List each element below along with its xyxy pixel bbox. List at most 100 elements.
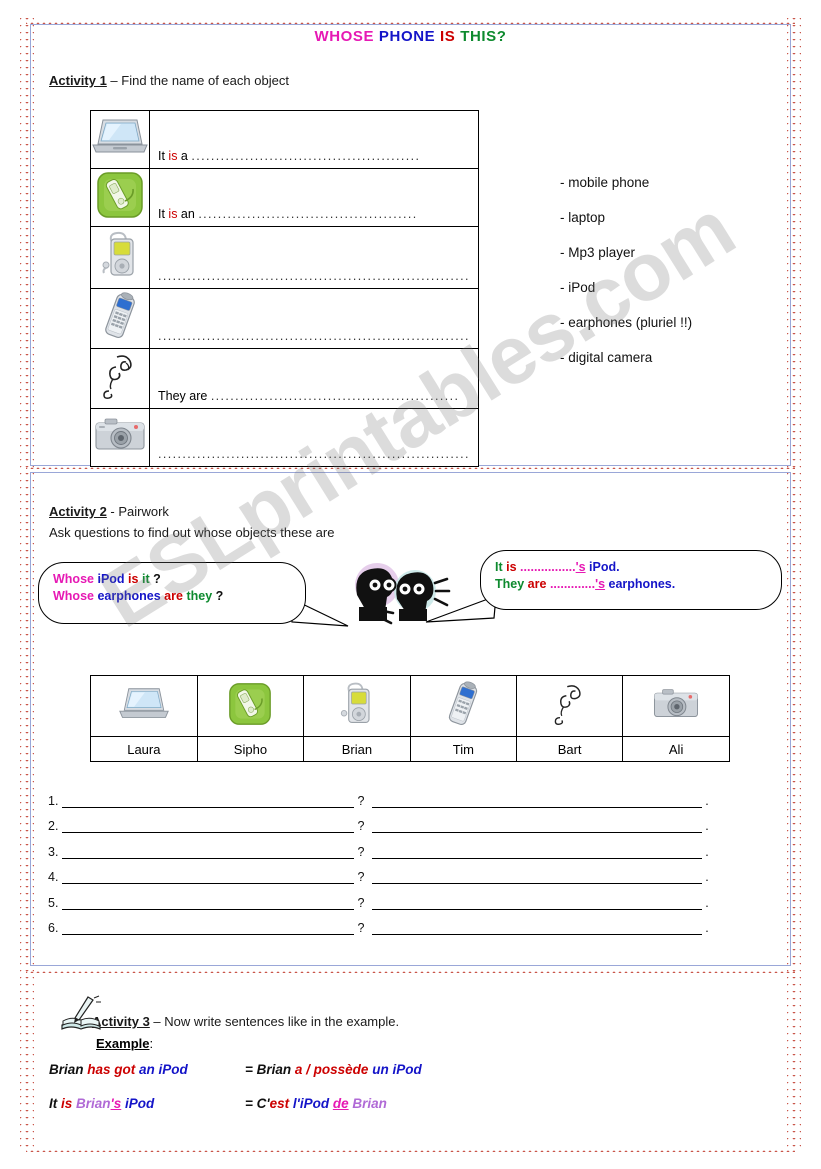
answer-write-line[interactable] bbox=[372, 869, 702, 884]
question-write-line[interactable] bbox=[62, 895, 354, 910]
question-mark: ? bbox=[357, 844, 365, 859]
answer-write-line[interactable] bbox=[372, 920, 702, 935]
activity1-answer-2: It is an ...............................… bbox=[149, 168, 479, 227]
answer-dots: ........................................… bbox=[158, 447, 470, 461]
period-mark: . bbox=[705, 895, 709, 910]
speech-bubble-question: Whose iPod is it ? Whose earphones are t… bbox=[38, 562, 306, 624]
object-phrase: un iPod bbox=[368, 1062, 422, 1077]
it-text: It bbox=[158, 149, 169, 163]
name-cell: Ali bbox=[622, 736, 730, 762]
camera-icon bbox=[622, 675, 730, 737]
laptop-icon bbox=[90, 675, 198, 737]
question-line-1: Whose iPod is it ? bbox=[53, 572, 291, 586]
worksheet-page: WHOSE PHONE IS THIS? Activity 1 – Find t… bbox=[0, 0, 821, 1169]
page-title: WHOSE PHONE IS THIS? bbox=[0, 28, 821, 45]
line-number: 4. bbox=[48, 870, 59, 884]
question-write-line[interactable] bbox=[62, 844, 354, 859]
example-label: Example: bbox=[96, 1036, 153, 1051]
activity1-answer-4: ........................................… bbox=[149, 288, 479, 349]
green-phone-icon bbox=[90, 168, 150, 227]
line-number: 2. bbox=[48, 819, 59, 833]
activity2-label: Activity 2 bbox=[49, 504, 107, 519]
object-phrase: an iPod bbox=[135, 1062, 188, 1077]
verb-word: are bbox=[527, 577, 547, 591]
names-label-row: Laura Sipho Brian Tim Bart Ali bbox=[90, 736, 730, 762]
period-mark: . bbox=[705, 844, 709, 859]
activity1-answer-1: It is a ................................… bbox=[149, 110, 479, 169]
word-list-item: - mobile phone bbox=[560, 175, 650, 190]
section-divider-2 bbox=[26, 967, 795, 976]
table-row: ........................................… bbox=[90, 408, 479, 467]
name-cell: Laura bbox=[90, 736, 198, 762]
line-number: 5. bbox=[48, 895, 59, 910]
question-line-2: Whose earphones are they ? bbox=[53, 589, 291, 603]
article-text: an bbox=[177, 207, 199, 221]
laptop-icon bbox=[90, 110, 150, 169]
answer-write-line[interactable] bbox=[372, 793, 702, 808]
answer-dots: ........................................… bbox=[158, 269, 470, 283]
speech-bubble-answer: It is ................'s iPod. They are … bbox=[480, 550, 782, 610]
period-mark: . bbox=[705, 870, 709, 884]
title-word-whose: WHOSE bbox=[314, 28, 375, 45]
they-are-text: They are bbox=[158, 389, 211, 403]
question-write-line[interactable] bbox=[62, 869, 354, 884]
word-list-item: - laptop bbox=[560, 210, 606, 225]
list-item: 5. ? . bbox=[48, 884, 768, 910]
ipod-icon bbox=[90, 226, 150, 289]
noun-word: iPod. bbox=[589, 560, 620, 574]
book-and-pen-icon bbox=[58, 995, 104, 1035]
subject-word: = Brian bbox=[245, 1062, 295, 1077]
period-mark: . bbox=[705, 793, 709, 808]
activity1-label: Activity 1 bbox=[49, 73, 107, 88]
answer-write-line[interactable] bbox=[372, 895, 702, 910]
activity1-heading-rest: – Find the name of each object bbox=[106, 73, 289, 88]
activity1-answer-3: ........................................… bbox=[149, 226, 479, 289]
question-write-line[interactable] bbox=[62, 818, 354, 833]
activity1-word-list: - mobile phone - laptop - Mp3 player - i… bbox=[560, 175, 692, 385]
cest-prefix: = C' bbox=[245, 1096, 270, 1111]
answer-dots: ........................................… bbox=[198, 207, 418, 221]
verb-phrase: a / possède bbox=[294, 1062, 369, 1077]
list-item: 1. ? . bbox=[48, 782, 768, 808]
subject-word: Brian bbox=[49, 1062, 88, 1077]
verb-word: is bbox=[128, 572, 139, 586]
possessive-s: 's bbox=[575, 560, 586, 574]
table-row: They are ...............................… bbox=[90, 348, 479, 409]
table-row: ........................................… bbox=[90, 288, 479, 349]
page-border-bottom-zigzag bbox=[26, 1146, 795, 1155]
owner-name: Brian bbox=[76, 1096, 111, 1111]
word-list-item: - digital camera bbox=[560, 350, 653, 365]
list-item: 3. ? . bbox=[48, 833, 768, 859]
verb-word: is bbox=[61, 1096, 77, 1111]
camera-icon bbox=[90, 408, 150, 467]
article-text: a bbox=[177, 149, 192, 163]
blank-dots: ............. bbox=[549, 577, 596, 591]
it-text: It bbox=[158, 207, 169, 221]
name-cell: Brian bbox=[303, 736, 411, 762]
word-list-item: - iPod bbox=[560, 280, 596, 295]
table-row: ........................................… bbox=[90, 226, 479, 289]
question-write-line[interactable] bbox=[62, 793, 354, 808]
question-mark: ? bbox=[215, 589, 224, 603]
answer-write-line[interactable] bbox=[372, 818, 702, 833]
question-write-line[interactable] bbox=[62, 920, 354, 935]
object-word: iPod bbox=[121, 1096, 155, 1111]
answer-write-line[interactable] bbox=[372, 844, 702, 859]
green-phone-icon bbox=[196, 675, 305, 737]
activity1-answer-6: ........................................… bbox=[149, 408, 479, 467]
question-mark: ? bbox=[357, 895, 365, 910]
whose-word: Whose bbox=[53, 589, 94, 603]
name-cell: Tim bbox=[409, 736, 517, 762]
activity1-heading: Activity 1 – Find the name of each objec… bbox=[49, 73, 289, 88]
noun-word: earphones bbox=[97, 589, 161, 603]
subject-word: It bbox=[49, 1096, 61, 1111]
activity1-table: It is a ................................… bbox=[90, 110, 479, 467]
subject-word: It bbox=[495, 560, 503, 574]
noun-word: iPod bbox=[97, 572, 125, 586]
table-row: It is an ...............................… bbox=[90, 168, 479, 227]
line-number: 3. bbox=[48, 844, 59, 859]
names-icon-row bbox=[90, 675, 730, 737]
subject-word: They bbox=[495, 577, 525, 591]
earphones-icon bbox=[90, 348, 150, 409]
talking-faces-illustration bbox=[335, 555, 465, 630]
